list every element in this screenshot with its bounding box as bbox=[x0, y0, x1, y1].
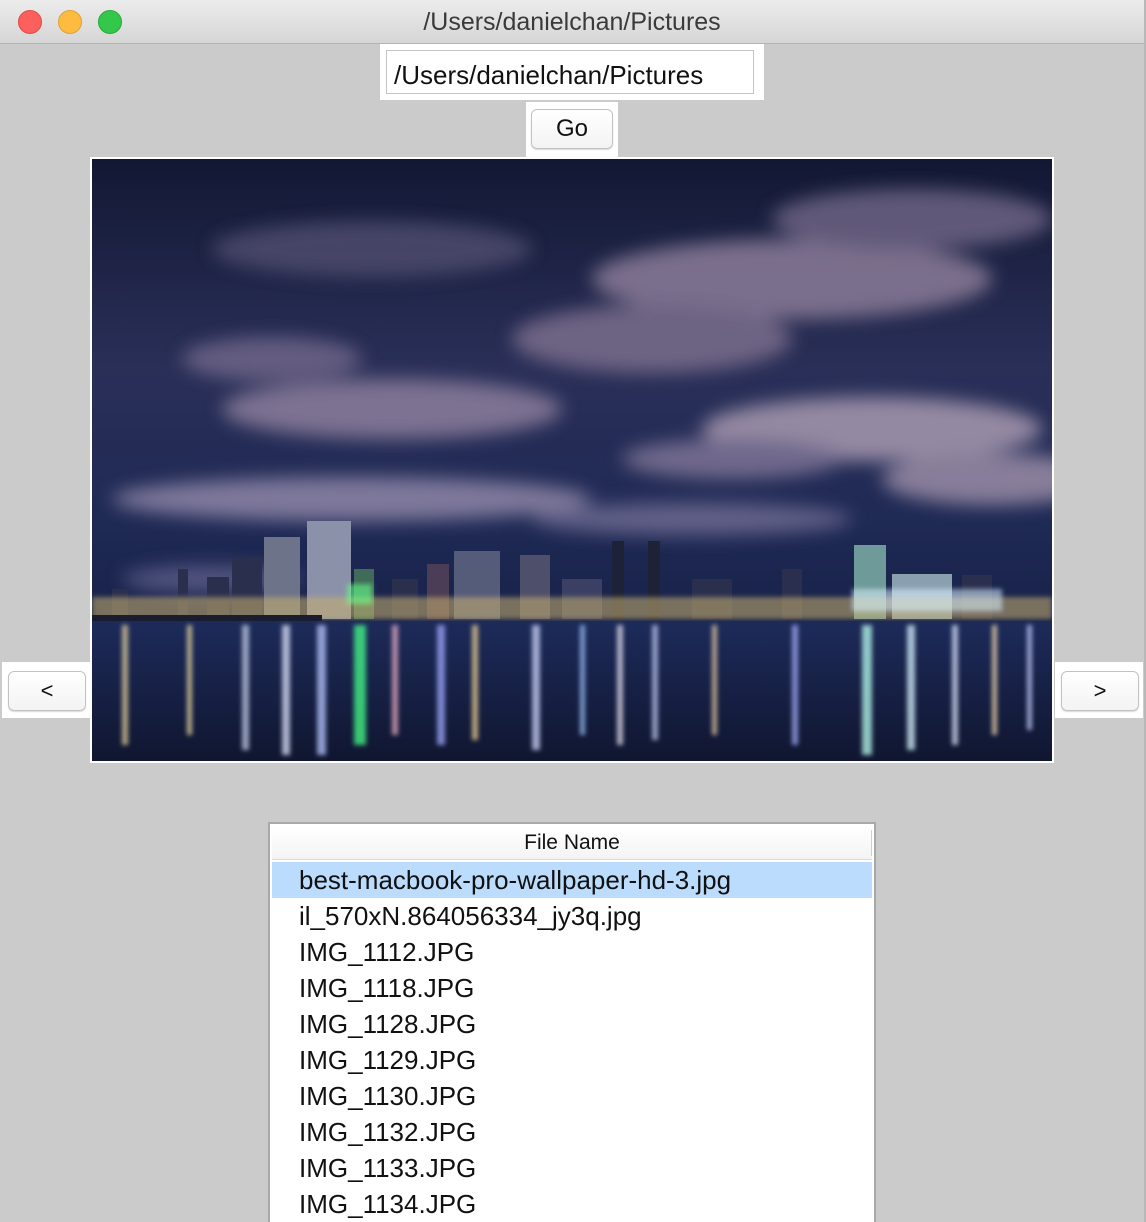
path-bar bbox=[380, 44, 764, 100]
file-list: File Name best-macbook-pro-wallpaper-hd-… bbox=[268, 822, 876, 1222]
file-name-column-header[interactable]: File Name bbox=[272, 826, 872, 860]
next-image-button[interactable]: > bbox=[1061, 671, 1139, 711]
go-button-frame: Go bbox=[526, 102, 618, 157]
skyline-photo bbox=[92, 159, 1052, 761]
list-item[interactable]: IMG_1112.JPG bbox=[272, 934, 872, 970]
list-item[interactable]: IMG_1118.JPG bbox=[272, 970, 872, 1006]
window-title: /Users/danielchan/Pictures bbox=[423, 8, 721, 36]
list-item[interactable]: IMG_1129.JPG bbox=[272, 1042, 872, 1078]
image-viewer bbox=[90, 157, 1054, 763]
column-separator[interactable] bbox=[871, 830, 872, 856]
list-item[interactable]: IMG_1128.JPG bbox=[272, 1006, 872, 1042]
list-item[interactable]: IMG_1132.JPG bbox=[272, 1114, 872, 1150]
file-list-rows: best-macbook-pro-wallpaper-hd-3.jpg il_5… bbox=[272, 862, 872, 1222]
next-button-frame: > bbox=[1055, 662, 1143, 718]
list-item[interactable]: IMG_1130.JPG bbox=[272, 1078, 872, 1114]
list-item[interactable]: best-macbook-pro-wallpaper-hd-3.jpg bbox=[272, 862, 872, 898]
file-list-inner: File Name best-macbook-pro-wallpaper-hd-… bbox=[272, 826, 872, 1222]
previous-image-button[interactable]: < bbox=[8, 671, 86, 711]
column-header-label: File Name bbox=[524, 831, 620, 854]
title-bar[interactable]: /Users/danielchan/Pictures bbox=[0, 0, 1144, 44]
prev-button-frame: < bbox=[2, 662, 90, 718]
list-item[interactable]: il_570xN.864056334_jy3q.jpg bbox=[272, 898, 872, 934]
app-window: /Users/danielchan/Pictures Go bbox=[0, 0, 1146, 1222]
path-input[interactable] bbox=[386, 50, 754, 94]
preview-image bbox=[92, 159, 1052, 761]
list-item[interactable]: IMG_1134.JPG bbox=[272, 1186, 872, 1222]
list-item[interactable]: IMG_1133.JPG bbox=[272, 1150, 872, 1186]
go-button[interactable]: Go bbox=[531, 109, 613, 149]
